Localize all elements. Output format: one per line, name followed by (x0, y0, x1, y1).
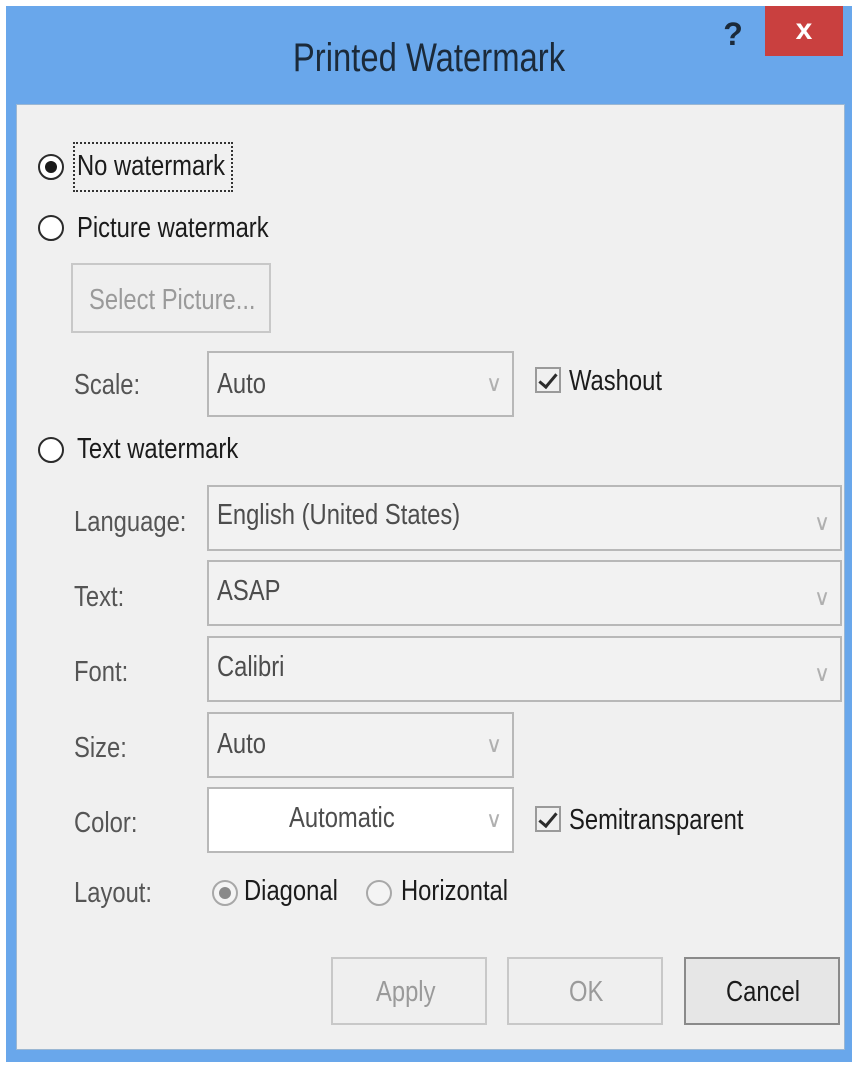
title-bar: Printed Watermark ? x (6, 6, 852, 104)
printed-watermark-dialog: Printed Watermark ? x No watermark Pictu… (6, 6, 852, 1062)
size-dropdown[interactable]: Auto ∨ (207, 712, 514, 778)
language-label: Language: (74, 506, 187, 538)
select-picture-button[interactable]: Select Picture... (71, 263, 271, 333)
washout-label[interactable]: Washout (569, 365, 662, 398)
select-picture-label: Select Picture... (89, 284, 256, 316)
washout-checkbox[interactable] (535, 367, 561, 393)
text-label: Text: (74, 581, 125, 613)
dialog-title: Printed Watermark (292, 36, 566, 80)
layout-diagonal-radio[interactable] (212, 880, 238, 906)
scale-label: Scale: (74, 369, 141, 401)
color-value: Automatic (289, 802, 395, 834)
chevron-down-icon: ∨ (813, 585, 831, 610)
cancel-button[interactable]: Cancel (684, 957, 840, 1025)
language-value: English (United States) (217, 499, 461, 531)
size-value: Auto (217, 728, 266, 760)
color-dropdown[interactable]: Automatic ∨ (207, 787, 514, 853)
color-label: Color: (74, 807, 138, 839)
text-watermark-label[interactable]: Text watermark (77, 433, 238, 466)
no-watermark-label[interactable]: No watermark (77, 150, 225, 183)
font-label: Font: (74, 656, 129, 688)
text-value: ASAP (217, 575, 281, 607)
scale-value: Auto (217, 368, 266, 400)
chevron-down-icon: ∨ (813, 661, 831, 686)
language-dropdown[interactable]: English (United States) ∨ (207, 485, 842, 551)
font-dropdown[interactable]: Calibri ∨ (207, 636, 842, 702)
apply-button[interactable]: Apply (331, 957, 487, 1025)
ok-button[interactable]: OK (507, 957, 663, 1025)
semitransparent-checkbox[interactable] (535, 806, 561, 832)
scale-dropdown[interactable]: Auto ∨ (207, 351, 514, 417)
layout-diagonal-label[interactable]: Diagonal (244, 875, 338, 908)
chevron-down-icon: ∨ (485, 807, 503, 832)
font-value: Calibri (217, 651, 285, 683)
layout-label: Layout: (74, 877, 153, 909)
text-dropdown[interactable]: ASAP ∨ (207, 560, 842, 626)
cancel-label: Cancel (726, 976, 801, 1008)
layout-horizontal-label[interactable]: Horizontal (401, 875, 508, 908)
text-watermark-radio[interactable] (38, 437, 64, 463)
help-icon[interactable]: ? (717, 16, 749, 56)
chevron-down-icon: ∨ (485, 371, 503, 396)
ok-label: OK (569, 976, 604, 1008)
size-label: Size: (74, 732, 127, 764)
chevron-down-icon: ∨ (813, 510, 831, 535)
no-watermark-radio[interactable] (38, 154, 64, 180)
picture-watermark-radio[interactable] (38, 215, 64, 241)
close-icon[interactable]: x (765, 6, 843, 56)
dialog-body: No watermark Picture watermark Select Pi… (16, 104, 845, 1050)
semitransparent-label[interactable]: Semitransparent (569, 804, 743, 837)
apply-label: Apply (376, 976, 436, 1008)
chevron-down-icon: ∨ (485, 732, 503, 757)
layout-horizontal-radio[interactable] (366, 880, 392, 906)
picture-watermark-label[interactable]: Picture watermark (77, 212, 269, 245)
